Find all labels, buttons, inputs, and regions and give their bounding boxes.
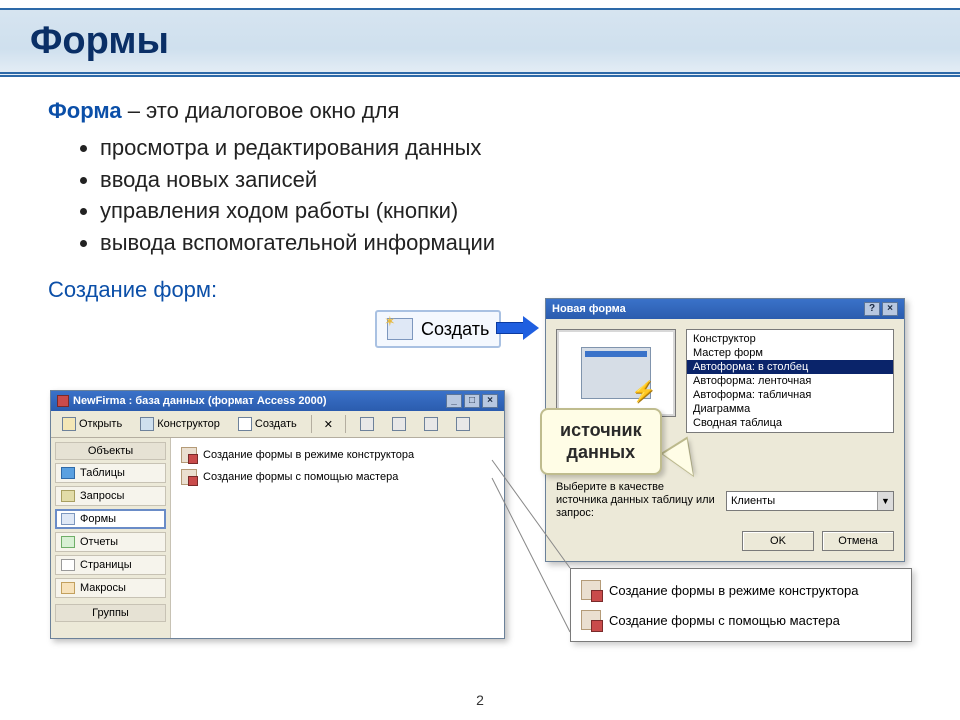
report-icon xyxy=(61,536,75,548)
bullet-item: ввода новых записей xyxy=(100,164,908,196)
db-window: NewFirma : база данных (формат Access 20… xyxy=(50,390,505,639)
bullet-list: просмотра и редактирования данных ввода … xyxy=(100,132,908,260)
dialog-title: Новая форма xyxy=(552,303,626,315)
lead-keyword: Форма xyxy=(48,98,122,123)
content-item-design[interactable]: Создание формы в режиме конструктора xyxy=(179,444,496,466)
option-autoform-table[interactable]: Автоформа: табличная xyxy=(687,388,893,402)
table-icon xyxy=(61,467,75,479)
wizard-icon xyxy=(581,610,601,630)
toolbar-design[interactable]: Конструктор xyxy=(133,414,227,434)
bullet-item: управления ходом работы (кнопки) xyxy=(100,195,908,227)
query-icon xyxy=(61,490,75,502)
option-constructor[interactable]: Конструктор xyxy=(687,332,893,346)
toolbar-open[interactable]: Открыть xyxy=(55,414,129,434)
toolbar-view-large[interactable] xyxy=(353,414,381,434)
toolbar-view-small[interactable] xyxy=(385,414,413,434)
page-number: 2 xyxy=(0,692,960,708)
bullet-item: вывода вспомогательной информации xyxy=(100,227,908,259)
data-source-callout: источник данных xyxy=(540,408,662,475)
option-autoform-ribbon[interactable]: Автоформа: ленточная xyxy=(687,374,893,388)
content-item-wizard[interactable]: Создание формы с помощью мастера xyxy=(179,466,496,488)
view-small-icon xyxy=(392,417,406,431)
view-detail-icon xyxy=(456,417,470,431)
close-button[interactable]: × xyxy=(882,302,898,316)
toolbar-delete[interactable]: ✕ xyxy=(319,415,338,434)
nav-item-reports[interactable]: Отчеты xyxy=(55,532,166,552)
wizard-icon xyxy=(181,469,197,485)
help-button[interactable]: ? xyxy=(864,302,880,316)
close-button[interactable]: × xyxy=(482,394,498,408)
cancel-button[interactable]: Отмена xyxy=(822,531,894,551)
slide-title: Формы xyxy=(30,20,930,63)
macro-icon xyxy=(61,582,75,594)
lead-paragraph: Форма – это диалоговое окно для xyxy=(48,96,908,126)
lightning-icon: ⚡ xyxy=(631,379,656,404)
view-large-icon xyxy=(360,417,374,431)
arrow-right-icon xyxy=(496,316,540,340)
form-type-listbox[interactable]: Конструктор Мастер форм Автоформа: в сто… xyxy=(686,329,894,433)
separator xyxy=(311,415,312,433)
source-input[interactable] xyxy=(727,492,877,510)
page-icon xyxy=(61,559,75,571)
open-icon xyxy=(62,417,76,431)
ok-button[interactable]: OK xyxy=(742,531,814,551)
nav-header-objects: Объекты xyxy=(55,442,166,460)
db-window-titlebar: NewFirma : база данных (формат Access 20… xyxy=(51,391,504,411)
option-diagram[interactable]: Диаграмма xyxy=(687,402,893,416)
toolbar-new[interactable]: Создать xyxy=(231,414,304,434)
create-button-label: Создать xyxy=(421,319,489,340)
db-toolbar: Открыть Конструктор Создать ✕ xyxy=(51,411,504,438)
chevron-down-icon[interactable]: ▼ xyxy=(877,492,893,510)
new-icon xyxy=(238,417,252,431)
nav-item-macros[interactable]: Макросы xyxy=(55,578,166,598)
nav-item-queries[interactable]: Запросы xyxy=(55,486,166,506)
option-pivot[interactable]: Сводная таблица xyxy=(687,416,893,430)
form-icon xyxy=(61,513,75,525)
wizard-icon xyxy=(181,447,197,463)
option-autoform-column[interactable]: Автоформа: в столбец xyxy=(687,360,893,374)
body-text: Форма – это диалоговое окно для просмотр… xyxy=(48,96,908,303)
objects-nav: Объекты Таблицы Запросы Формы Отчеты Стр… xyxy=(51,438,171,638)
nav-item-forms[interactable]: Формы xyxy=(55,509,166,529)
view-list-icon xyxy=(424,417,438,431)
separator xyxy=(345,415,346,433)
form-preview: ⚡ xyxy=(556,329,676,417)
design-icon xyxy=(140,417,154,431)
maximize-button[interactable]: □ xyxy=(464,394,480,408)
bullet-item: просмотра и редактирования данных xyxy=(100,132,908,164)
source-combobox[interactable]: ▼ xyxy=(726,491,894,511)
form-new-icon xyxy=(387,318,413,340)
minimize-button[interactable]: _ xyxy=(446,394,462,408)
slide-title-band: Формы xyxy=(0,8,960,77)
app-icon xyxy=(57,395,69,407)
toolbar-view-detail[interactable] xyxy=(449,414,477,434)
db-content: Создание формы в режиме конструктора Соз… xyxy=(171,438,504,638)
title-rule xyxy=(0,72,960,74)
dialog-titlebar: Новая форма ? × xyxy=(546,299,904,319)
option-wizard[interactable]: Мастер форм xyxy=(687,346,893,360)
zoom-item-wizard[interactable]: Создание формы с помощью мастера xyxy=(579,605,903,635)
toolbar-view-list[interactable] xyxy=(417,414,445,434)
wizard-icon xyxy=(581,580,601,600)
nav-item-pages[interactable]: Страницы xyxy=(55,555,166,575)
nav-item-tables[interactable]: Таблицы xyxy=(55,463,166,483)
create-button-large[interactable]: Создать xyxy=(375,310,501,348)
zoom-item-design[interactable]: Создание формы в режиме конструктора xyxy=(579,575,903,605)
db-window-title: NewFirma : база данных (формат Access 20… xyxy=(73,395,327,407)
lead-rest: – это диалоговое окно для xyxy=(122,98,400,123)
nav-header-groups: Группы xyxy=(55,604,166,622)
zoom-options-box: Создание формы в режиме конструктора Соз… xyxy=(570,568,912,642)
source-label: Выберите в качестве источника данных таб… xyxy=(556,481,718,521)
